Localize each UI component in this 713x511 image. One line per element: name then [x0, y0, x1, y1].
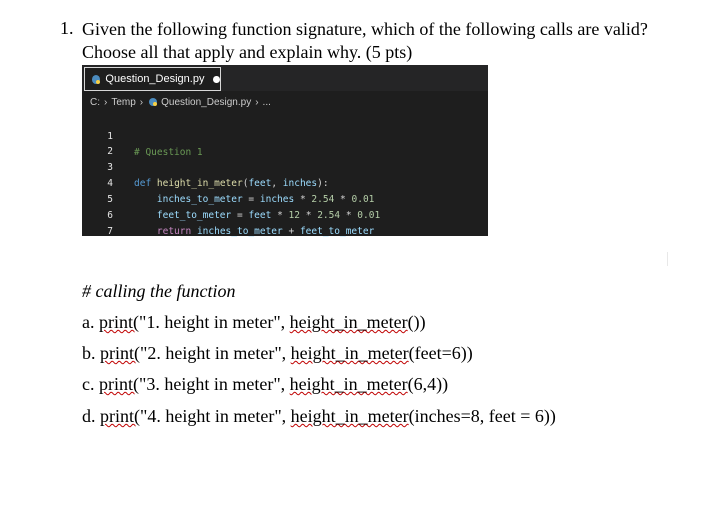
print-call: print( — [100, 343, 140, 363]
code-line: 8 — [82, 223, 488, 233]
python-file-icon — [149, 98, 158, 106]
tab-label: Question_Design.py — [105, 73, 205, 85]
code-line: 3 def height_in_meter(feet, inches): — [82, 144, 488, 189]
python-file-icon — [92, 74, 101, 84]
print-call: print( — [99, 374, 139, 394]
code-line: 1 # Question 1 — [82, 113, 488, 158]
unsaved-dot-icon[interactable] — [213, 75, 220, 83]
option-letter: d. — [82, 406, 96, 426]
breadcrumb: C: › Temp › Question_Design.py › ... — [82, 91, 488, 113]
function-args: (inches=8, feet = 6)) — [408, 406, 556, 426]
option-c: c. print("3. height in meter", height_in… — [82, 374, 448, 395]
chevron-right-icon: › — [139, 96, 144, 108]
print-call: print( — [100, 406, 140, 426]
question-line-1: Given the following function signature, … — [82, 19, 648, 39]
function-name: height_in_meter — [289, 374, 408, 394]
editor-tab[interactable]: Question_Design.py — [84, 67, 221, 91]
print-message: "2. height in meter", — [140, 343, 291, 363]
option-d: d. print("4. height in meter", height_in… — [82, 406, 556, 427]
question-text: Given the following function signature, … — [82, 18, 702, 64]
chevron-right-icon: › — [104, 96, 108, 108]
tab-bar: Question_Design.py — [82, 65, 488, 91]
chevron-right-icon: › — [255, 96, 259, 108]
calls-heading: # calling the function — [82, 281, 236, 301]
function-args: (6,4)) — [407, 374, 449, 394]
function-name: height_in_meter — [289, 312, 408, 332]
code-line: 5 feet_to_meter = feet * 12 * 2.54 * 0.0… — [82, 176, 488, 221]
function-args: (feet=6)) — [408, 343, 473, 363]
breadcrumb-more[interactable]: ... — [263, 97, 271, 108]
option-letter: c. — [82, 374, 95, 394]
print-call: print( — [99, 312, 139, 332]
breadcrumb-drive[interactable]: C: — [90, 97, 100, 108]
breadcrumb-folder[interactable]: Temp — [111, 97, 135, 108]
function-name: height_in_meter — [290, 343, 409, 363]
option-a: a. print("1. height in meter", height_in… — [82, 312, 426, 333]
text-cursor — [667, 252, 668, 266]
code-line: 6 return inches_to_meter + feet_to_meter — [82, 192, 488, 237]
code-line: 4 inches_to_meter = inches * 2.54 * 0.01 — [82, 160, 488, 205]
print-message: "4. height in meter", — [140, 406, 291, 426]
question-number: 1. — [60, 18, 74, 38]
option-letter: b. — [82, 343, 96, 363]
question-line-2: Choose all that apply and explain why. (… — [82, 42, 413, 62]
print-message: "1. height in meter", — [139, 312, 290, 332]
function-args: ()) — [407, 312, 426, 332]
code-line: 2 — [82, 128, 488, 157]
function-name: height_in_meter — [290, 406, 409, 426]
code-line: 7 — [82, 208, 488, 237]
print-message: "3. height in meter", — [139, 374, 290, 394]
breadcrumb-file[interactable]: Question_Design.py — [161, 97, 251, 108]
code-editor-screenshot: Question_Design.py C: › Temp › Question_… — [82, 65, 488, 237]
option-letter: a. — [82, 312, 95, 332]
option-b: b. print("2. height in meter", height_in… — [82, 343, 473, 364]
